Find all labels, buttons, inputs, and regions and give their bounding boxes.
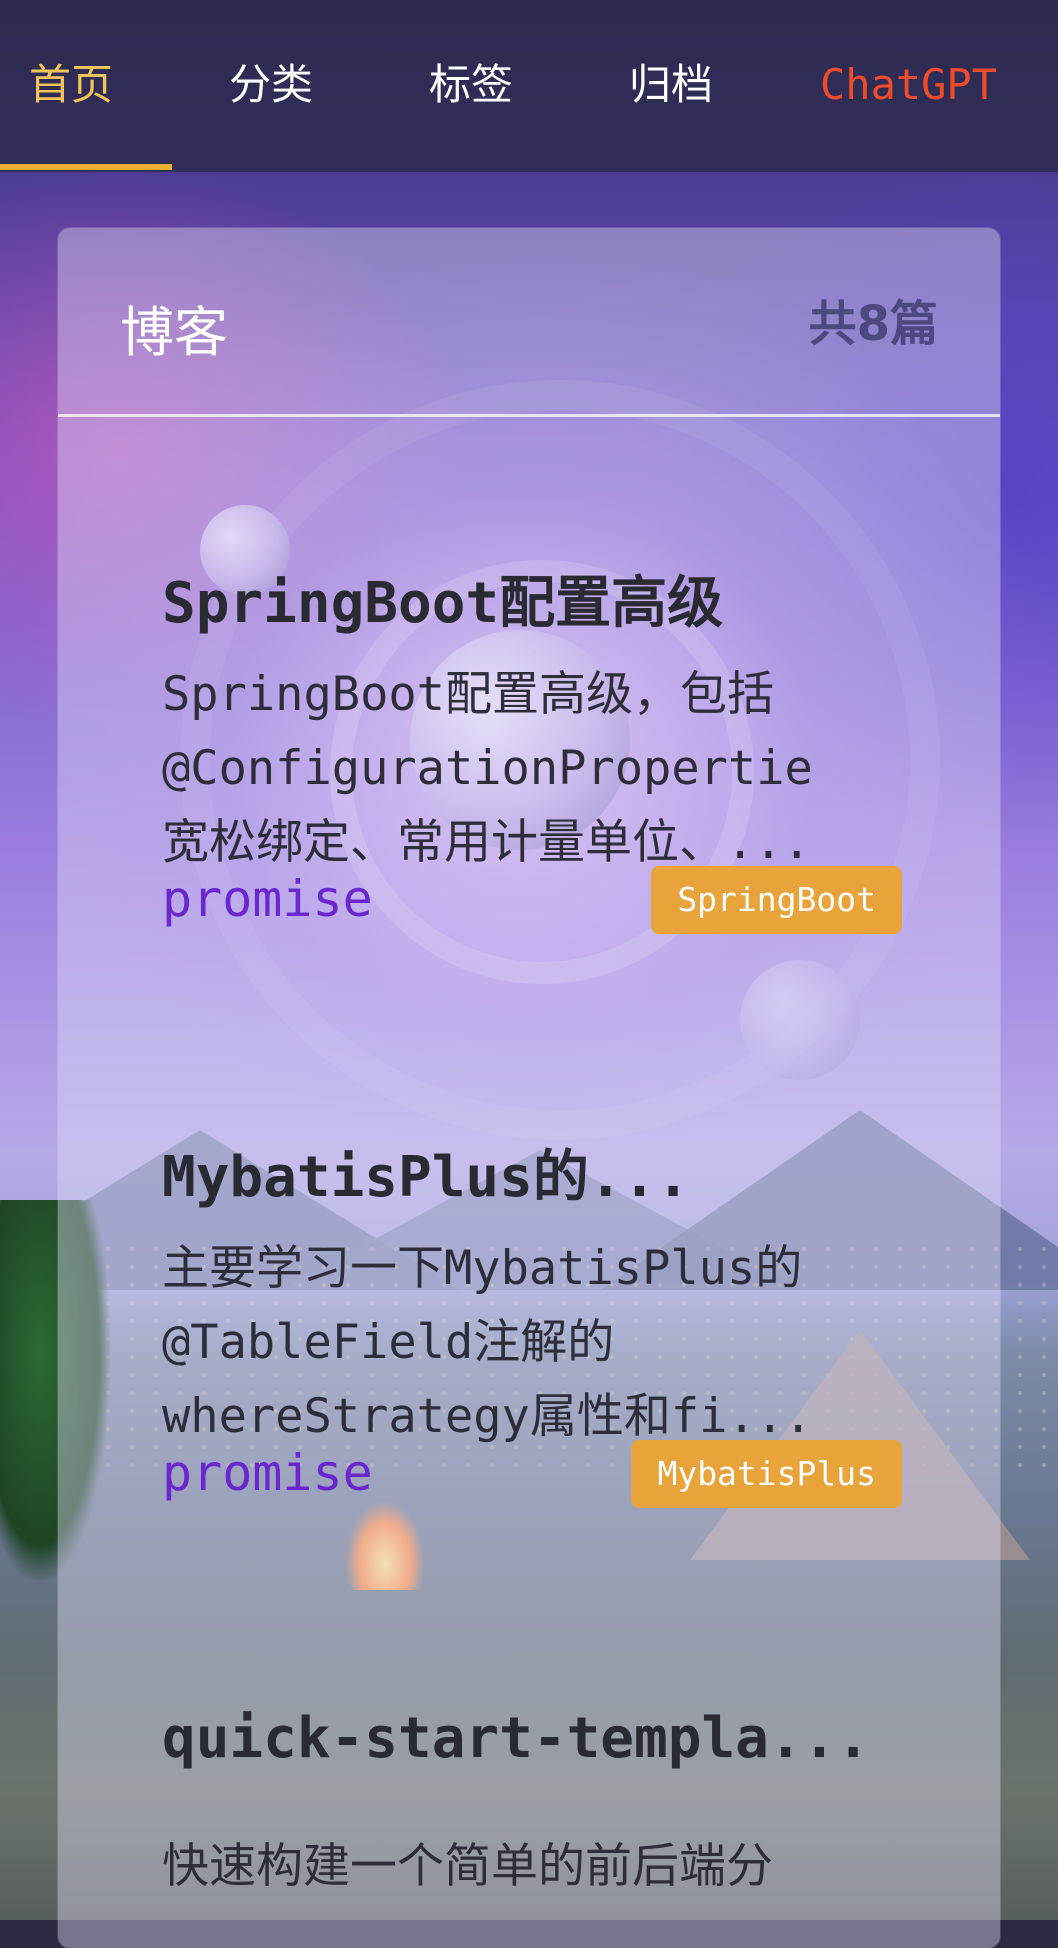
blog-card: 博客 共8篇 SpringBoot配置高级 SpringBoot配置高级，包括 … xyxy=(58,228,1000,1948)
post-count: 共8篇 xyxy=(808,296,938,352)
post-description-line: 主要学习一下MybatisPlus的 xyxy=(162,1241,803,1296)
post-description-line: @TableField注解的 xyxy=(162,1315,615,1370)
nav-active-indicator xyxy=(0,164,172,170)
post-description: 主要学习一下MybatisPlus的 @TableField注解的 whereS… xyxy=(162,1232,902,1454)
post-title[interactable]: SpringBoot配置高级 xyxy=(162,558,723,639)
card-header: 博客 共8篇 xyxy=(58,228,1000,417)
post-item: MybatisPlus的... 主要学习一下MybatisPlus的 @Tabl… xyxy=(162,1132,902,1532)
post-item: quick-start-templa... 快速构建一个简单的前后端分 xyxy=(162,1706,902,1946)
top-nav: 首页 分类 标签 归档 ChatGPT xyxy=(0,0,1058,172)
card-title: 博客 xyxy=(120,301,228,364)
post-description: 快速构建一个简单的前后端分 xyxy=(162,1830,902,1904)
post-description-line: @ConfigurationPropertie xyxy=(162,741,813,796)
post-tag[interactable]: SpringBoot xyxy=(651,866,902,934)
post-title[interactable]: quick-start-templa... xyxy=(162,1706,870,1771)
post-description-line: SpringBoot配置高级，包括 xyxy=(162,667,774,722)
nav-tags[interactable]: 标签 xyxy=(400,52,542,118)
nav-home[interactable]: 首页 xyxy=(0,52,142,118)
post-description: SpringBoot配置高级，包括 @ConfigurationProperti… xyxy=(162,658,902,880)
post-tag[interactable]: MybatisPlus xyxy=(631,1440,902,1508)
post-item: SpringBoot配置高级 SpringBoot配置高级，包括 @Config… xyxy=(162,558,902,958)
nav-categories[interactable]: 分类 xyxy=(200,52,342,118)
nav-archive[interactable]: 归档 xyxy=(600,52,742,118)
post-description-line: 快速构建一个简单的前后端分 xyxy=(162,1839,773,1894)
post-author[interactable]: promise xyxy=(162,1444,373,1502)
post-author[interactable]: promise xyxy=(162,870,373,928)
nav-chatgpt[interactable]: ChatGPT xyxy=(820,52,1058,118)
post-title[interactable]: MybatisPlus的... xyxy=(162,1132,690,1213)
